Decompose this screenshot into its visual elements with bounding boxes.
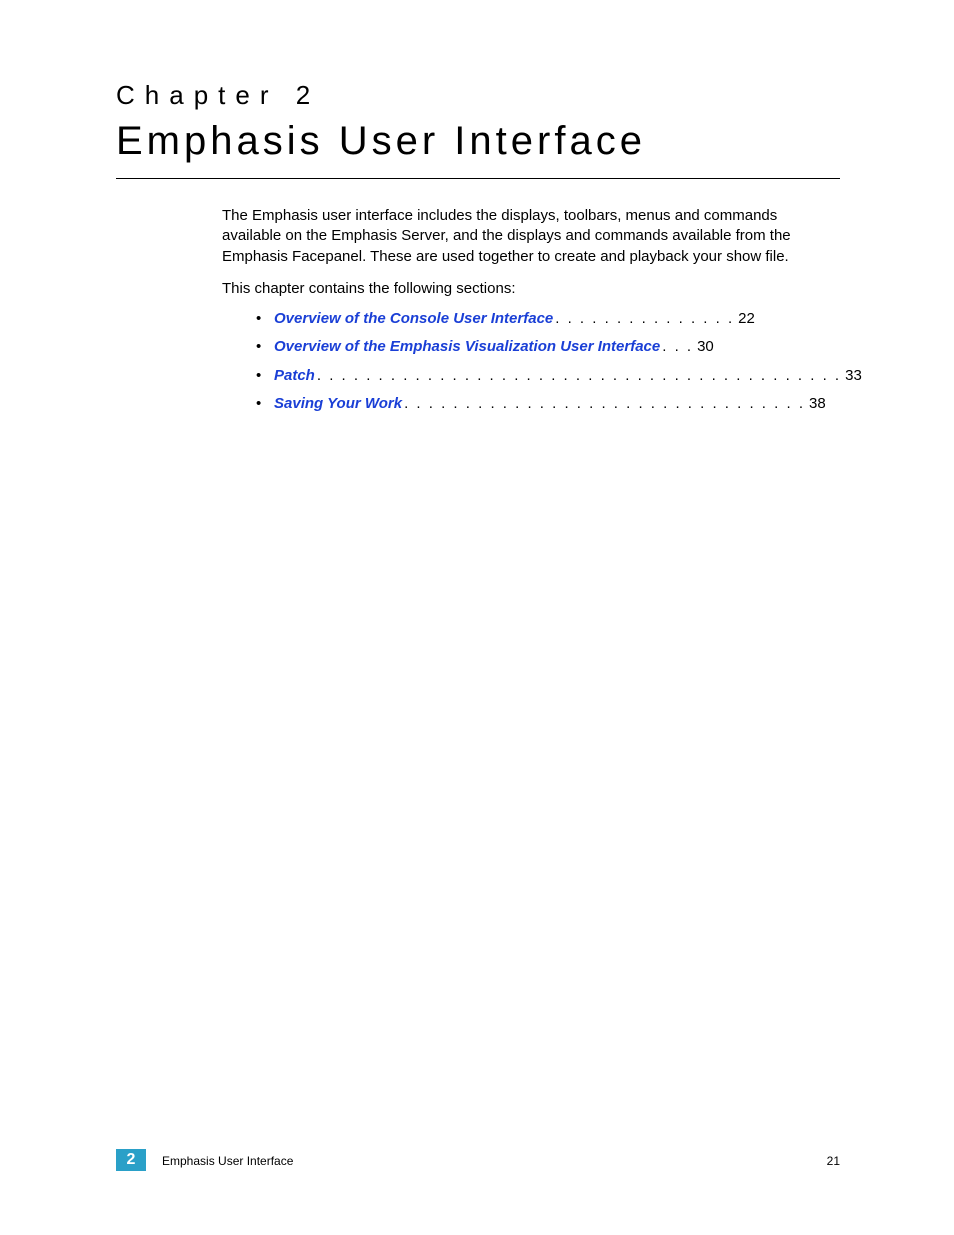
chapter-title: Emphasis User Interface [116, 119, 840, 174]
page-footer: 2 Emphasis User Interface 21 [116, 1147, 840, 1171]
toc-page-number: 22 [736, 309, 755, 329]
bullet-icon: • [256, 337, 274, 357]
footer-page-number: 21 [827, 1154, 840, 1168]
intro-paragraph: The Emphasis user interface includes the… [222, 206, 840, 267]
body: The Emphasis user interface includes the… [222, 206, 840, 422]
toc-page-number: 30 [695, 337, 714, 357]
toc-link-saving-work[interactable]: Saving Your Work [274, 394, 402, 414]
toc-item: • Overview of the Console User Interface… [256, 309, 840, 329]
toc-page-number: 38 [807, 394, 826, 414]
toc-item: • Overview of the Emphasis Visualization… [256, 337, 840, 357]
toc-item: • Saving Your Work . . . . . . . . . . .… [256, 394, 840, 414]
chapter-label: Chapter 2 [116, 80, 840, 111]
chapter-number-badge: 2 [116, 1149, 146, 1171]
toc-link-overview-console[interactable]: Overview of the Console User Interface [274, 309, 553, 329]
sections-line: This chapter contains the following sect… [222, 279, 840, 299]
toc-link-overview-visualization[interactable]: Overview of the Emphasis Visualization U… [274, 337, 660, 357]
chapter-header: Chapter 2 Emphasis User Interface [116, 80, 840, 174]
page: Chapter 2 Emphasis User Interface The Em… [0, 0, 954, 1235]
bullet-icon: • [256, 394, 274, 414]
toc-link-patch[interactable]: Patch [274, 366, 315, 386]
toc-list: • Overview of the Console User Interface… [256, 309, 840, 414]
toc-page-number: 33 [843, 366, 862, 386]
toc-leader-dots: . . . . . . . . . . . . . . . . . . . . … [315, 366, 843, 386]
toc-leader-dots: . . . . . . . . . . . . . . . . . . . . … [402, 394, 807, 414]
toc-item: • Patch . . . . . . . . . . . . . . . . … [256, 366, 840, 386]
bullet-icon: • [256, 309, 274, 329]
toc-leader-dots: . . . [660, 337, 695, 357]
toc-leader-dots: . . . . . . . . . . . . . . . [553, 309, 736, 329]
header-rule [116, 178, 840, 179]
bullet-icon: • [256, 366, 274, 386]
footer-title: Emphasis User Interface [162, 1154, 293, 1168]
